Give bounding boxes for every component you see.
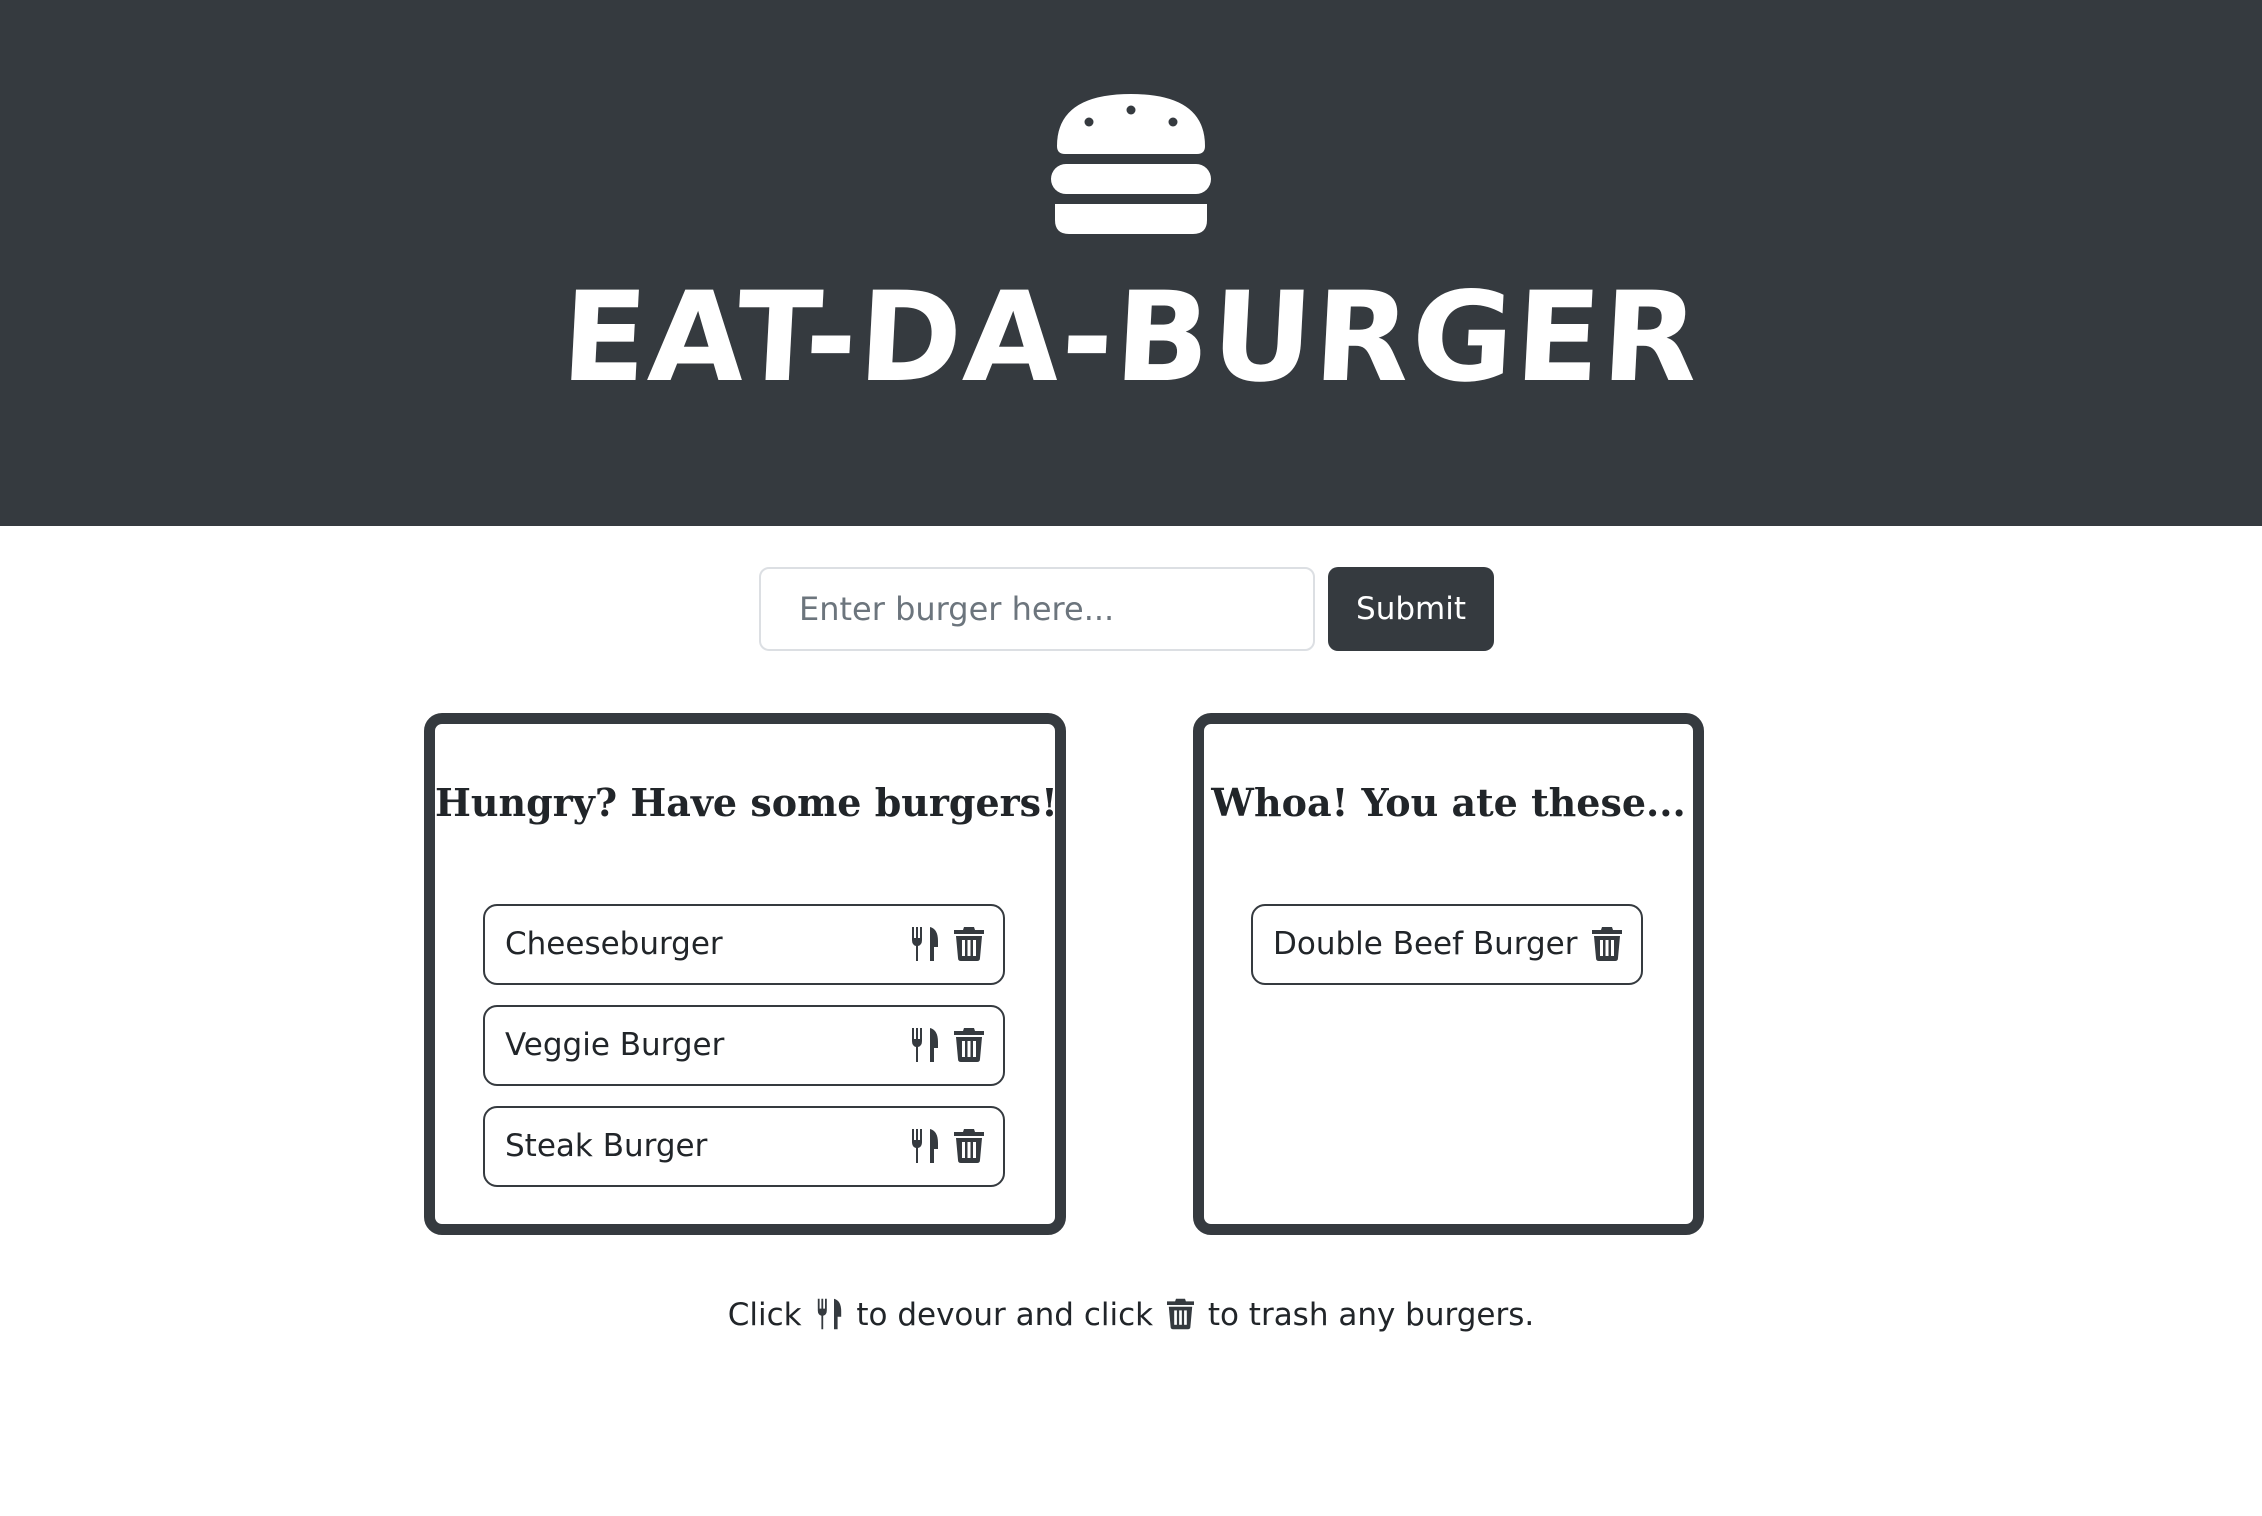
instructions-text-3: to trash any burgers. [1207,1297,1535,1333]
burger-list-item: Cheeseburger [483,904,1005,985]
header-banner: EAT-DA-BURGER [0,0,2262,526]
trash-icon[interactable] [954,1028,984,1062]
trash-icon[interactable] [954,1129,984,1163]
instructions-text-1: Click [727,1297,802,1333]
uneaten-heading: Hungry? Have some burgers! [435,780,1058,825]
devoured-burgers-panel: Whoa! You ate these... Double Beef Burge… [1193,713,1704,1235]
uneaten-burgers-panel: Hungry? Have some burgers! Cheeseburger … [424,713,1066,1235]
burger-list-item: Steak Burger [483,1106,1005,1187]
hamburger-icon [1051,92,1211,234]
burger-list-item: Veggie Burger [483,1005,1005,1086]
utensils-icon[interactable] [910,927,940,961]
devoured-heading: Whoa! You ate these... [1211,780,1686,825]
burger-name: Double Beef Burger [1273,926,1578,962]
trash-icon[interactable] [954,927,984,961]
instructions-text-2: to devour and click [856,1297,1154,1333]
submit-button[interactable]: Submit [1328,567,1494,651]
burger-name: Cheeseburger [505,926,723,962]
utensils-icon[interactable] [910,1028,940,1062]
burger-name: Steak Burger [505,1128,708,1164]
instructions: Click to devour and click to trash any b… [0,1290,2262,1340]
burger-name: Veggie Burger [505,1027,725,1063]
trash-icon[interactable] [1592,927,1622,961]
trash-icon [1166,1298,1194,1330]
burger-name-input[interactable] [759,567,1315,651]
utensils-icon[interactable] [910,1129,940,1163]
app-title: EAT-DA-BURGER [558,266,1704,410]
burger-list-item: Double Beef Burger [1251,904,1643,985]
utensils-icon [816,1298,843,1330]
